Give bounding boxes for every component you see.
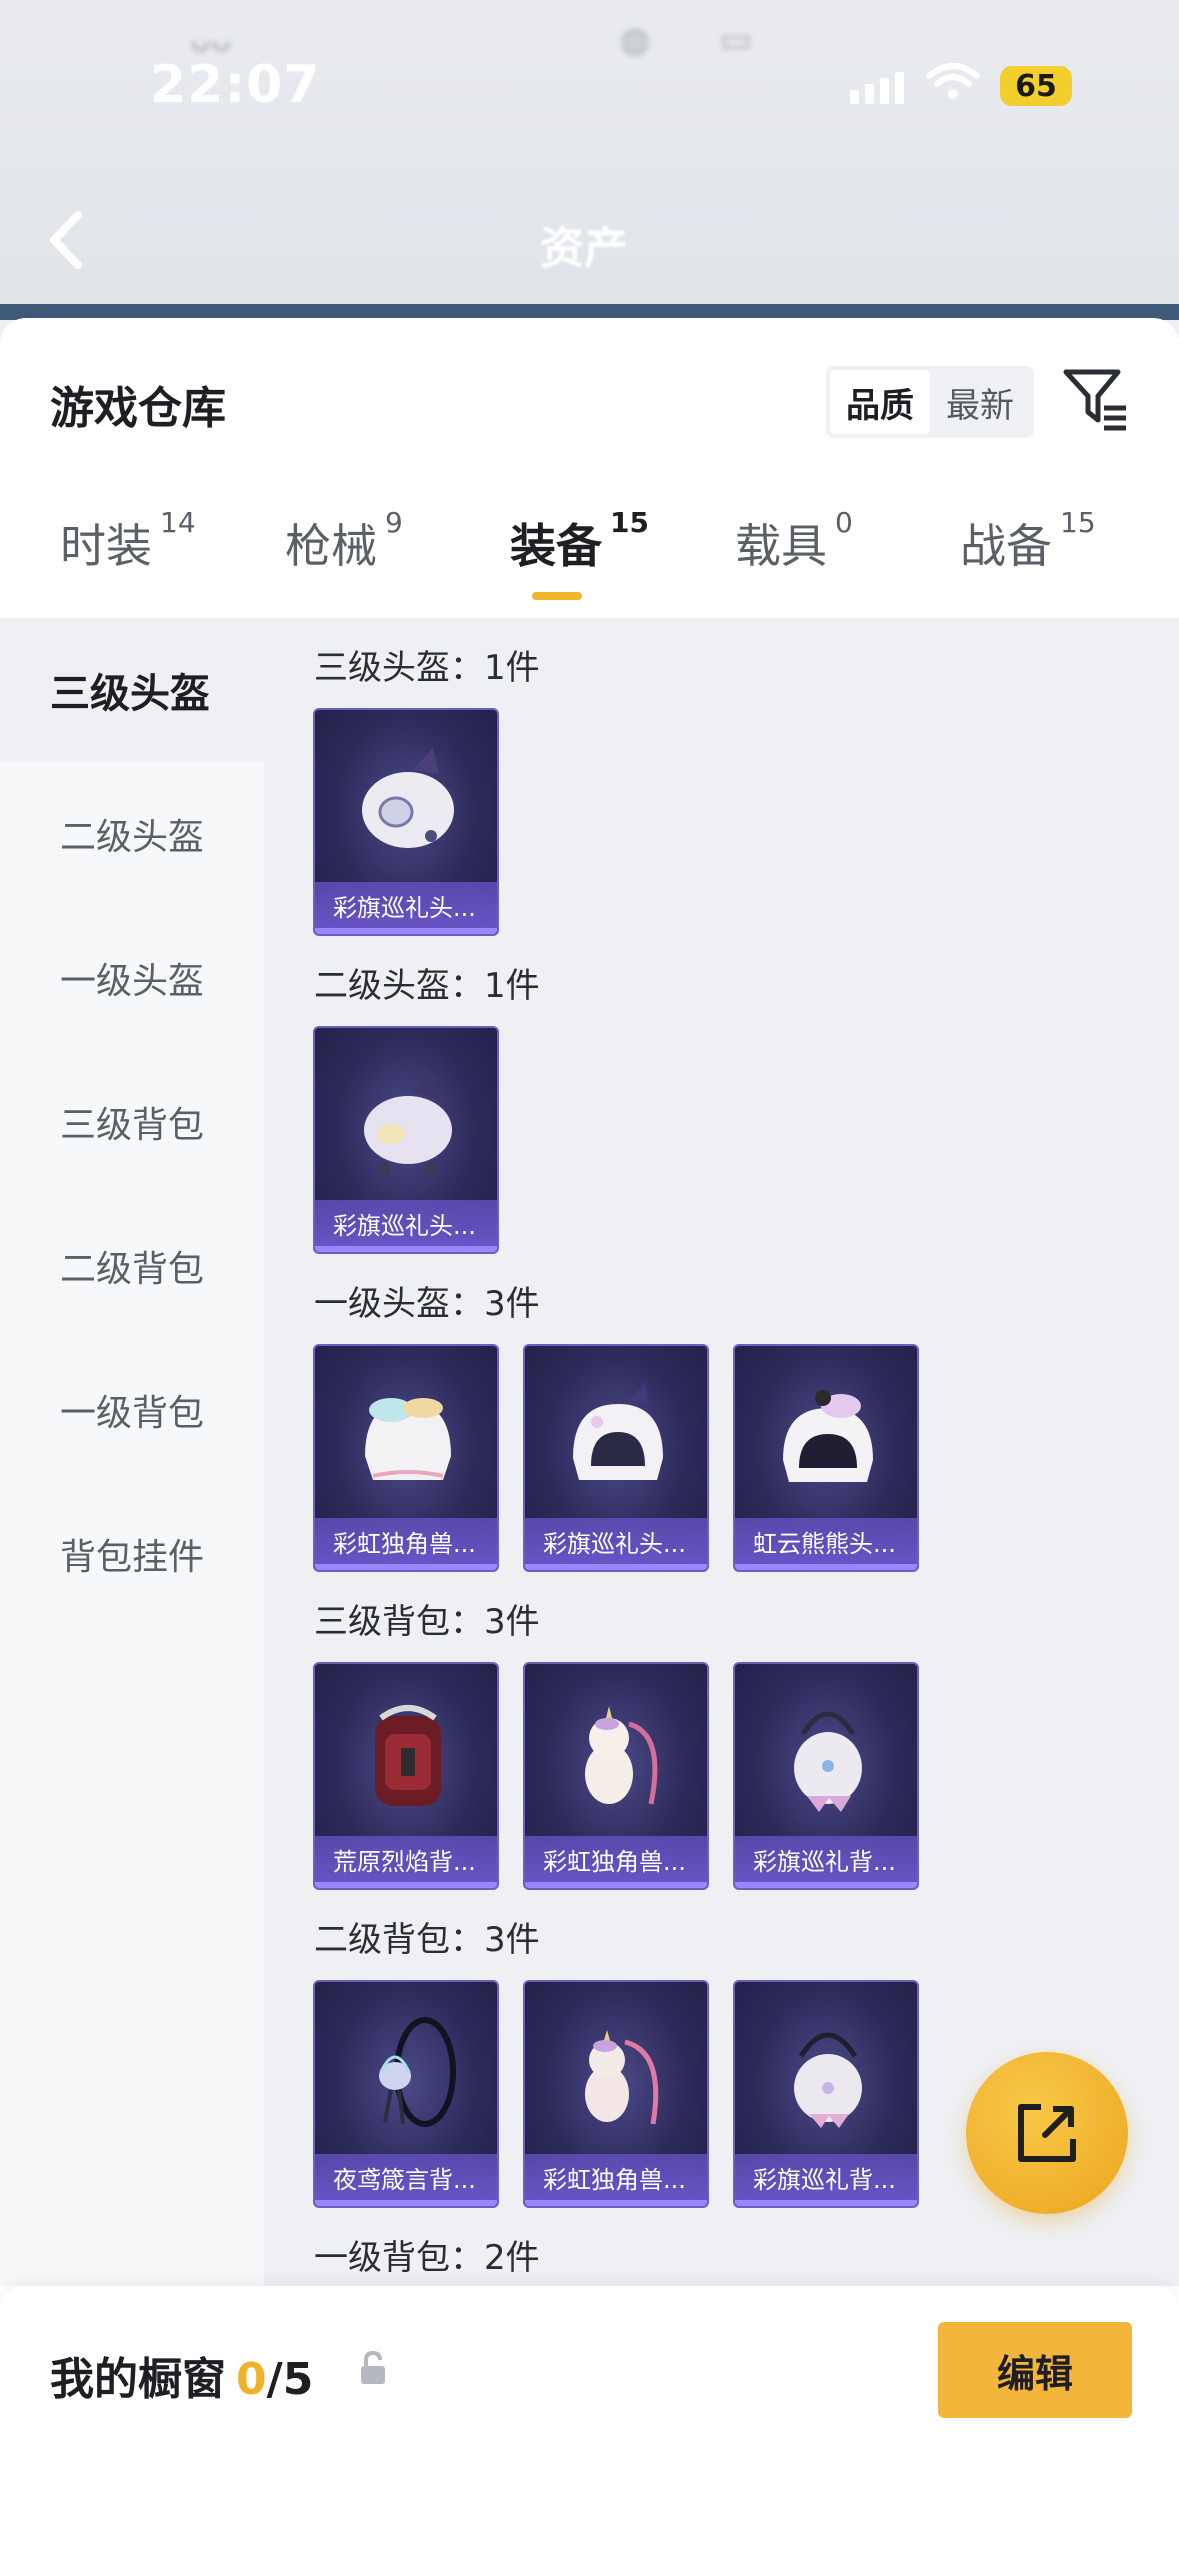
item-rarity-bar	[315, 1246, 497, 1252]
back-arrow-icon[interactable]	[40, 205, 100, 275]
item-name: 彩旗巡礼头...	[525, 1518, 707, 1570]
lock-icon	[361, 2350, 385, 2384]
section-title: 二级背包：3件	[314, 1920, 540, 1960]
tab-count: 9	[385, 506, 403, 539]
tab-label: 装备	[510, 519, 602, 573]
sidebar-item-helmet-1[interactable]: 一级头盔	[0, 906, 264, 1050]
item-name: 彩旗巡礼头...	[315, 1200, 497, 1252]
tab-label: 战备	[960, 519, 1052, 573]
helmet-icon	[783, 1390, 873, 1482]
status-time: 22:07	[150, 55, 321, 115]
tab-label: 载具	[735, 519, 827, 573]
page-title: 资产	[540, 223, 628, 274]
sidebar-item-helmet-3[interactable]: 三级头盔	[0, 618, 264, 762]
tab-equipment[interactable]: 装备 15	[510, 506, 649, 576]
backpack-icon	[375, 1705, 441, 1806]
sort-quality-button[interactable]: 品质	[830, 370, 930, 434]
backpack-icon	[794, 1711, 862, 1812]
item-name: 彩旗巡礼背...	[735, 2154, 917, 2206]
backpack-icon	[585, 1706, 658, 1805]
item-rarity-bar	[735, 1882, 917, 1888]
sidebar-item-helmet-2[interactable]: 二级头盔	[0, 762, 264, 906]
filter-icon[interactable]	[1060, 364, 1130, 434]
item-name: 彩旗巡礼头...	[315, 882, 497, 934]
item-name: 荒原烈焰背...	[315, 1836, 497, 1888]
sidebar-item-backpack-3[interactable]: 三级背包	[0, 1050, 264, 1194]
section-title: 一级头盔：3件	[314, 1284, 540, 1324]
item-card[interactable]: 夜鸢箴言背...	[313, 1980, 499, 2208]
item-card[interactable]: 彩虹独角兽...	[523, 1980, 709, 2208]
sidebar-item-backpack-2[interactable]: 二级背包	[0, 1194, 264, 1338]
showcase-summary: 我的橱窗 0/5	[50, 2343, 313, 2407]
item-card[interactable]: 彩旗巡礼背...	[733, 1980, 919, 2208]
item-rarity-bar	[735, 2200, 917, 2206]
item-card[interactable]: 虹云熊熊头...	[733, 1344, 919, 1572]
item-card[interactable]: 彩旗巡礼头...	[313, 708, 499, 936]
helmet-icon	[365, 1398, 451, 1480]
share-icon	[1018, 2104, 1076, 2162]
section-title: 三级头盔：1件	[314, 648, 540, 688]
backpack-icon	[794, 2032, 862, 2128]
share-button[interactable]	[966, 2052, 1128, 2214]
category-tabs: 时装 14 枪械 9 装备 15 载具 0 战备 15	[0, 506, 1179, 610]
item-name: 彩虹独角兽...	[525, 1836, 707, 1888]
item-name: 彩虹独角兽...	[315, 1518, 497, 1570]
item-name: 夜鸢箴言背...	[315, 2154, 497, 2206]
item-card[interactable]: 彩虹独角兽...	[523, 1662, 709, 1890]
item-card[interactable]: 彩虹独角兽...	[313, 1344, 499, 1572]
item-rarity-bar	[315, 1564, 497, 1570]
sidebar-item-backpack-1[interactable]: 一级背包	[0, 1338, 264, 1482]
edit-button[interactable]: 编辑	[938, 2322, 1132, 2418]
tab-count: 15	[610, 506, 649, 539]
item-rarity-bar	[315, 1882, 497, 1888]
tab-count: 0	[835, 506, 853, 539]
item-card[interactable]: 彩旗巡礼头...	[313, 1026, 499, 1254]
tab-weapons[interactable]: 枪械 9	[285, 506, 403, 576]
wifi-icon	[926, 63, 980, 99]
sidebar-item-backpack-charm[interactable]: 背包挂件	[0, 1482, 264, 1626]
category-sidebar: 三级头盔 二级头盔 一级头盔 三级背包 二级背包 一级背包 背包挂件	[0, 618, 264, 2286]
item-rarity-bar	[315, 928, 497, 934]
item-card[interactable]: 彩旗巡礼头...	[523, 1344, 709, 1572]
showcase-label: 我的橱窗	[50, 2354, 226, 2405]
tab-count: 14	[160, 506, 196, 539]
tab-fashion[interactable]: 时装 14	[60, 506, 196, 576]
showcase-total-count: /5	[266, 2354, 314, 2405]
section-title: 一级背包：2件	[314, 2238, 540, 2278]
signal-icon	[850, 72, 904, 104]
sort-toggle: 品质 最新	[826, 366, 1034, 438]
active-tab-indicator	[532, 592, 582, 600]
backpack-icon	[379, 2017, 456, 2127]
item-card[interactable]: 荒原烈焰背...	[313, 1662, 499, 1890]
item-rarity-bar	[525, 1564, 707, 1570]
item-rarity-bar	[525, 2200, 707, 2206]
tab-label: 时装	[60, 519, 152, 573]
tab-vehicles[interactable]: 载具 0	[735, 506, 853, 576]
warehouse-title: 游戏仓库	[50, 383, 226, 434]
helmet-icon	[573, 1382, 663, 1480]
item-name: 虹云熊熊头...	[735, 1518, 917, 1570]
backpack-icon	[585, 2030, 659, 2125]
item-name: 彩旗巡礼背...	[735, 1836, 917, 1888]
showcase-current-count: 0	[236, 2354, 267, 2405]
tab-label: 枪械	[285, 519, 377, 573]
item-name: 彩虹独角兽...	[525, 2154, 707, 2206]
helmet-icon	[362, 748, 454, 848]
tab-combat-gear[interactable]: 战备 15	[960, 506, 1096, 576]
helmet-icon	[364, 1072, 452, 1178]
section-title: 二级头盔：1件	[314, 966, 540, 1006]
item-rarity-bar	[525, 1882, 707, 1888]
item-rarity-bar	[315, 2200, 497, 2206]
sort-newest-button[interactable]: 最新	[930, 370, 1030, 434]
tab-count: 15	[1060, 506, 1096, 539]
item-card[interactable]: 彩旗巡礼背...	[733, 1662, 919, 1890]
section-title: 三级背包：3件	[314, 1602, 540, 1642]
item-rarity-bar	[735, 1564, 917, 1570]
battery-indicator: 65	[1000, 66, 1072, 106]
